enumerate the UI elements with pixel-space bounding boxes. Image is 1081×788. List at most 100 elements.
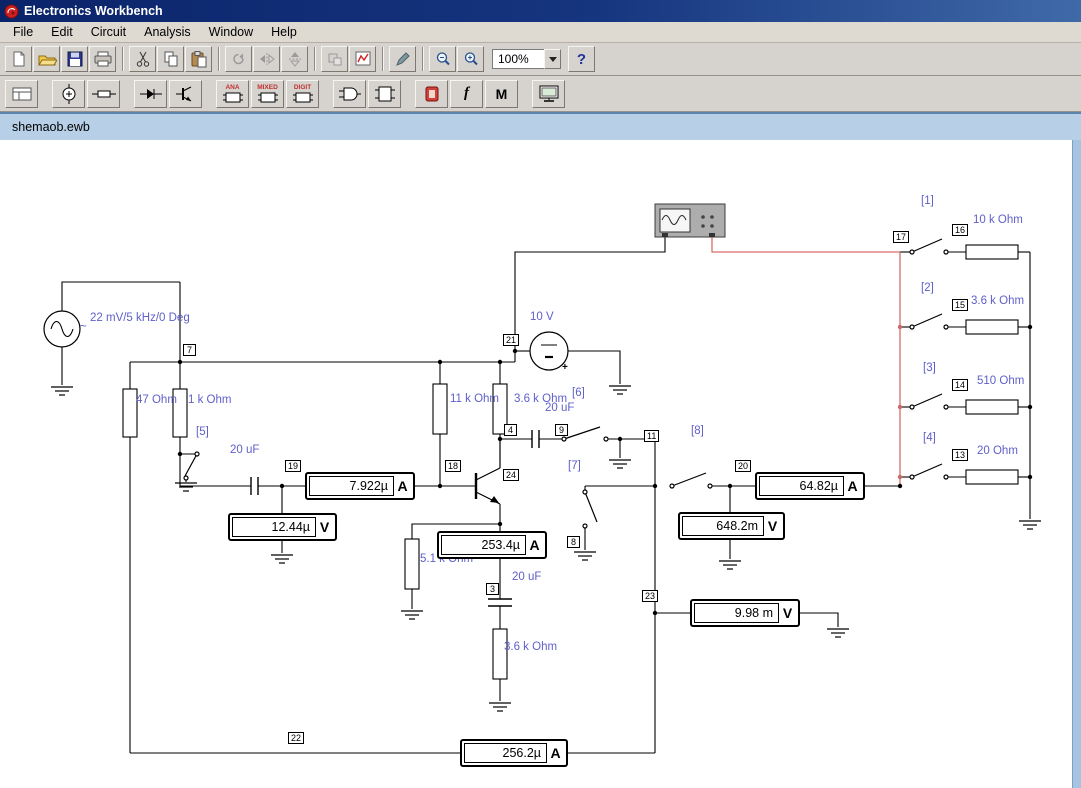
resistor-510ohm-bank[interactable] (966, 400, 1018, 414)
misc-m-icon: M (496, 87, 508, 101)
parts-bin-analog-ics[interactable]: ANA (216, 80, 249, 108)
battery-label: 10 V (530, 311, 554, 323)
subcircuit-button[interactable] (321, 46, 348, 72)
cut-scissors-icon (134, 50, 152, 68)
transistor-bjt[interactable] (476, 439, 500, 504)
resistor-11kohm[interactable] (433, 384, 447, 434)
parts-bin-digital-ics[interactable]: DIGIT (286, 80, 319, 108)
properties-button[interactable] (389, 46, 416, 72)
switch-6-lever[interactable] (562, 427, 608, 441)
ammeter-base[interactable]: 7.922µ A (305, 472, 415, 500)
copy-button[interactable] (157, 46, 184, 72)
ammeter-emitter[interactable]: 253.4µ A (437, 531, 547, 559)
parts-bin-basic[interactable] (87, 80, 120, 108)
voltmeter-output-value: 648.2m (682, 516, 764, 536)
parts-bin-mixed-ics[interactable]: MIXED (251, 80, 284, 108)
toolbar-separator (382, 47, 384, 71)
zoom-value[interactable]: 100% (492, 49, 544, 69)
flip-vertical-button[interactable] (281, 46, 308, 72)
parts-bin-instruments[interactable] (532, 80, 565, 108)
resistor-10kohm-bank[interactable] (966, 245, 1018, 259)
switch-6-label: [6] (572, 387, 585, 399)
parts-bin-diodes[interactable] (134, 80, 167, 108)
paste-button[interactable] (185, 46, 212, 72)
resistor-47ohm[interactable] (123, 389, 137, 437)
flip-horizontal-button[interactable] (253, 46, 280, 72)
capacitor-20uf-output[interactable] (532, 430, 539, 448)
ammeter-output[interactable]: 64.82µ A (755, 472, 865, 500)
switch-2-lever[interactable] (910, 314, 948, 329)
switch-3-lever[interactable] (910, 394, 948, 409)
node-20: 20 (735, 460, 751, 472)
document-tab[interactable]: shemaob.ewb (12, 120, 90, 134)
zoom-dropdown-button[interactable] (544, 49, 561, 69)
save-button[interactable] (61, 46, 88, 72)
menu-edit[interactable]: Edit (42, 23, 82, 41)
zoom-in-icon (462, 50, 480, 68)
parts-bin-digital[interactable] (368, 80, 401, 108)
node-22: 22 (288, 732, 304, 744)
resistor-20ohm-bank[interactable] (966, 470, 1018, 484)
oscilloscope[interactable] (655, 204, 725, 237)
voltmeter-output[interactable]: 648.2m V (678, 512, 785, 540)
switch-3-label: [3] (923, 362, 936, 374)
parts-bin-transistors[interactable] (169, 80, 202, 108)
ac-source[interactable] (44, 311, 80, 347)
switch-1-lever[interactable] (910, 239, 948, 254)
red-wires (712, 237, 900, 486)
switch-5-lever[interactable] (184, 452, 199, 480)
sources-icon (57, 84, 81, 104)
parts-bin-logic-gates[interactable] (333, 80, 366, 108)
resistor-10kohm-label: 10 k Ohm (973, 214, 1023, 226)
zoom-out-button[interactable] (429, 46, 456, 72)
switch-7-lever[interactable] (583, 490, 597, 528)
app-logo-icon (4, 4, 19, 19)
parts-bin-controls[interactable]: f (450, 80, 483, 108)
voltmeter-node23[interactable]: 9.98 m V (690, 599, 800, 627)
switch-8-lever[interactable] (670, 473, 712, 488)
graphs-button[interactable] (349, 46, 376, 72)
node-7: 7 (183, 344, 196, 356)
diode-icon (139, 84, 163, 104)
rotate-button[interactable] (225, 46, 252, 72)
menu-help[interactable]: Help (262, 23, 306, 41)
menu-window[interactable]: Window (200, 23, 262, 41)
voltmeter-input[interactable]: 12.44µ V (228, 513, 337, 541)
resistor-1kohm-label: 1 k Ohm (188, 394, 231, 406)
node-3: 3 (486, 583, 499, 595)
parts-bin-miscellaneous[interactable]: M (485, 80, 518, 108)
capacitor-20uf-input[interactable] (251, 477, 258, 495)
help-button[interactable]: ? (568, 46, 595, 72)
node-8: 8 (567, 536, 580, 548)
switch-4-lever[interactable] (910, 464, 948, 479)
parts-bin-favorites[interactable] (5, 80, 38, 108)
menu-analysis[interactable]: Analysis (135, 23, 200, 41)
resistor-3_6kohm-bank[interactable] (966, 320, 1018, 334)
new-button[interactable] (5, 46, 32, 72)
print-button[interactable] (89, 46, 116, 72)
switch-8-label: [8] (691, 425, 704, 437)
cut-button[interactable] (129, 46, 156, 72)
parts-bin-indicators[interactable] (415, 80, 448, 108)
capacitor-20uf-bypass[interactable] (488, 599, 512, 606)
resistor-5_1kohm[interactable] (405, 539, 419, 589)
toolbar-separator (422, 47, 424, 71)
resistor-3_6kohm-bank-label: 3.6 k Ohm (971, 295, 1024, 307)
zoom-select[interactable]: 100% (492, 48, 561, 70)
open-button[interactable] (33, 46, 60, 72)
node-19: 19 (285, 460, 301, 472)
zoom-in-button[interactable] (457, 46, 484, 72)
menu-circuit[interactable]: Circuit (82, 23, 135, 41)
ammeter-total[interactable]: 256.2µ A (460, 739, 568, 767)
menu-file[interactable]: File (4, 23, 42, 41)
graphs-icon (354, 50, 372, 68)
rotate-icon (230, 50, 248, 68)
zoom-out-icon (434, 50, 452, 68)
parts-bin-sources[interactable] (52, 80, 85, 108)
title-bar: Electronics Workbench (0, 0, 1081, 22)
switch-7-label: [7] (568, 460, 581, 472)
paste-clipboard-icon (190, 50, 208, 68)
canvas-right-strip (1072, 140, 1081, 788)
resistor-3_6kohm-bottom[interactable] (493, 629, 507, 679)
circuit-canvas[interactable]: 22 mV/5 kHz/0 Deg ~ 47 Ohm 1 k Ohm [5] 2… (0, 140, 1081, 788)
